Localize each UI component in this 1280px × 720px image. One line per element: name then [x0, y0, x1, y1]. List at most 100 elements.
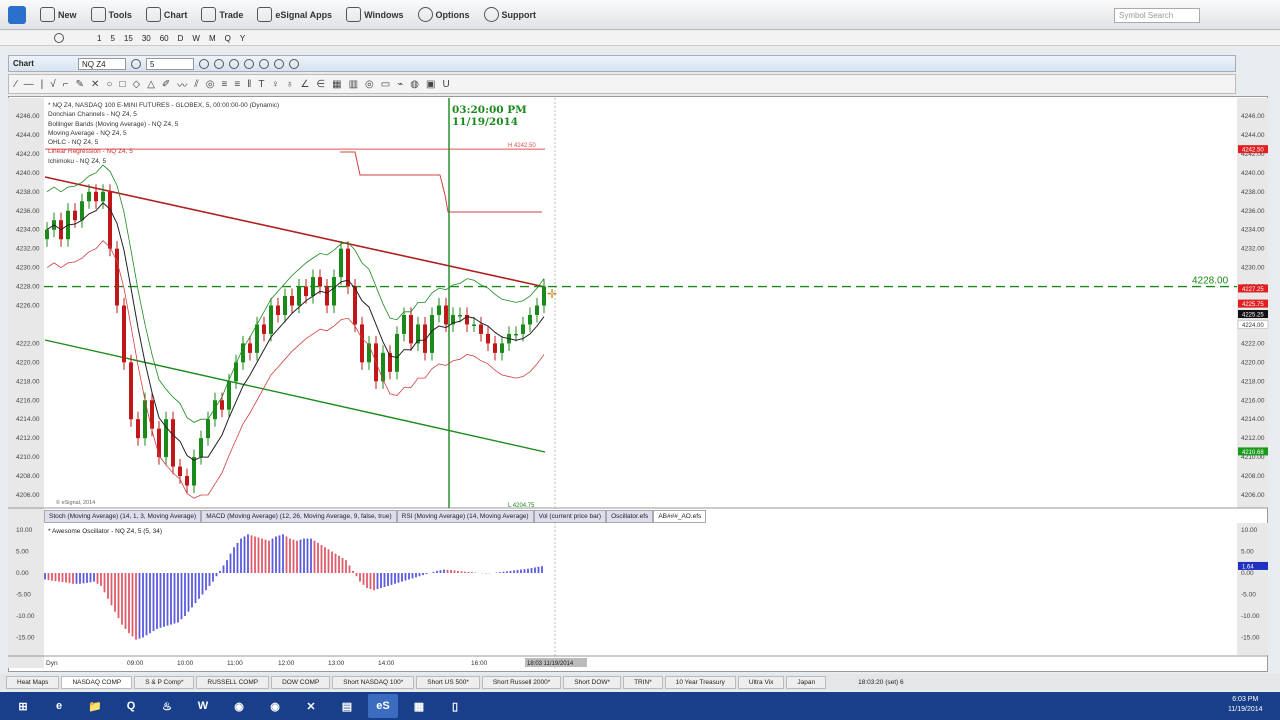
- page-tab[interactable]: Short Russell 2000*: [481, 675, 562, 689]
- price-tick: 4216.00: [1241, 397, 1265, 404]
- price-tick-left: 4236.00: [16, 208, 40, 215]
- page-tab[interactable]: DOW COMP: [271, 675, 331, 689]
- candle: [262, 324, 266, 334]
- candle: [220, 400, 224, 410]
- page-tab[interactable]: TRIN*: [623, 675, 663, 689]
- donchian-low-label: L 4204.75: [508, 503, 535, 509]
- price-tick-left: 4218.00: [16, 378, 40, 385]
- study-tab[interactable]: AB###_AO.efs: [653, 510, 707, 523]
- candle: [80, 201, 84, 221]
- osc-tick-left: 0.00: [16, 570, 29, 577]
- page-tab[interactable]: NASDAQ COMP: [61, 675, 133, 689]
- osc-tick: -15.00: [1241, 635, 1260, 642]
- taskbar-app-icon[interactable]: eS: [368, 694, 398, 718]
- support-trendline[interactable]: [44, 339, 546, 453]
- candle: [171, 419, 175, 467]
- price-tick: 4214.00: [1241, 416, 1265, 423]
- taskbar-app-icon[interactable]: ▤: [332, 694, 362, 718]
- page-tab[interactable]: Short US 500*: [416, 675, 480, 689]
- price-tick: 4222.00: [1241, 340, 1265, 347]
- price-tick: 4232.00: [1241, 246, 1265, 253]
- price-tag-text: 4210.68: [1242, 450, 1264, 456]
- taskbar-app-icon[interactable]: ✕: [296, 694, 326, 718]
- candle: [318, 277, 322, 287]
- price-tick: 4234.00: [1241, 227, 1265, 234]
- candle: [500, 343, 504, 353]
- start-button[interactable]: ⊞: [8, 694, 38, 718]
- study-tab[interactable]: RSI (Moving Average) (14, Moving Average…: [396, 510, 534, 523]
- candle: [108, 191, 112, 249]
- price-tick-left: 4220.00: [16, 359, 40, 366]
- candle: [360, 324, 364, 363]
- taskbar: ⊞ e 📁 Q ♨ W ◉ ◉ ✕ ▤ eS ▦ ▯: [0, 692, 1280, 720]
- time-tick: 10:00: [177, 660, 194, 667]
- page-tab[interactable]: Short NASDAQ 100*: [332, 675, 415, 689]
- taskbar-app-icon[interactable]: ♨: [152, 694, 182, 718]
- taskbar-app-icon[interactable]: Q: [116, 694, 146, 718]
- candle: [255, 324, 259, 353]
- price-tick: 4238.00: [1241, 189, 1265, 196]
- time-axis-start[interactable]: Dyn: [46, 660, 58, 667]
- candle: [185, 476, 189, 486]
- price-tick-left: 4244.00: [16, 132, 40, 139]
- candle: [493, 343, 497, 353]
- donchian-step: [340, 151, 542, 213]
- candle: [458, 314, 462, 317]
- resistance-trendline[interactable]: [44, 176, 546, 288]
- candle: [101, 191, 105, 202]
- horizontal-line-label: 4228.00: [1192, 276, 1229, 287]
- study-tab[interactable]: Stoch (Moving Average) (14, 1, 3, Moving…: [44, 510, 202, 523]
- candle: [472, 324, 476, 326]
- candle: [304, 286, 308, 297]
- candle: [332, 277, 336, 306]
- crosshair-icon: ✛: [547, 287, 557, 301]
- taskbar-app-icon[interactable]: ◉: [224, 694, 254, 718]
- candle: [73, 210, 77, 221]
- price-tag-text: 4227.25: [1242, 287, 1264, 293]
- study-tab[interactable]: MACD (Moving Average) (12, 26, Moving Av…: [201, 510, 397, 523]
- taskbar-app-icon[interactable]: ◉: [260, 694, 290, 718]
- study-tab[interactable]: Oscillator.efs: [606, 510, 654, 523]
- candle: [486, 333, 490, 344]
- osc-tick: -10.00: [1241, 613, 1260, 620]
- osc-tick: 0.00: [1241, 570, 1254, 577]
- candle: [129, 362, 133, 420]
- price-tick: 4230.00: [1241, 265, 1265, 272]
- candle: [311, 277, 315, 297]
- page-tab[interactable]: Short DOW*: [563, 675, 622, 689]
- taskbar-app-icon[interactable]: e: [44, 694, 74, 718]
- clock-time: 6:03 PM: [1232, 696, 1259, 703]
- price-tick-left: 4222.00: [16, 340, 40, 347]
- taskbar-app-icon[interactable]: ▯: [440, 694, 470, 718]
- price-tick: 4218.00: [1241, 378, 1265, 385]
- candle: [409, 314, 413, 344]
- candle: [430, 314, 434, 353]
- price-tick-left: 4214.00: [16, 416, 40, 423]
- price-tick-left: 4210.00: [16, 454, 40, 461]
- page-tab[interactable]: 10 Year Treasury: [664, 675, 736, 689]
- candle: [94, 191, 98, 202]
- osc-tick-left: -15.00: [16, 635, 35, 642]
- price-tick-left: 4228.00: [16, 284, 40, 291]
- candle: [192, 457, 196, 486]
- price-tick: 4236.00: [1241, 208, 1265, 215]
- legend-item: Moving Average - NQ Z4, 5: [48, 129, 127, 137]
- taskbar-app-icon[interactable]: ▦: [404, 694, 434, 718]
- page-tab[interactable]: Ultra Vix: [737, 675, 785, 689]
- taskbar-app-icon[interactable]: W: [188, 694, 218, 718]
- price-tick: 4220.00: [1241, 359, 1265, 366]
- legend-item: Linear Regression - NQ Z4, 5: [48, 148, 133, 156]
- price-tag-text: 4225.75: [1242, 302, 1264, 308]
- page-tab[interactable]: S & P Comp*: [134, 675, 195, 689]
- page-tab[interactable]: Heat Maps: [6, 675, 60, 689]
- price-tag-text: 4242.50: [1242, 148, 1264, 154]
- candle: [199, 438, 203, 458]
- price-tick-left: 4212.00: [16, 435, 40, 442]
- page-tab[interactable]: Japan: [786, 675, 827, 689]
- page-tab[interactable]: RUSSELL COMP: [196, 675, 270, 689]
- study-tab[interactable]: Vol (current price bar): [533, 510, 607, 523]
- taskbar-app-icon[interactable]: 📁: [80, 694, 110, 718]
- time-tick: 16:00: [471, 660, 488, 667]
- legend-item: OHLC - NQ Z4, 5: [48, 139, 99, 147]
- price-tick: 4244.00: [1241, 132, 1265, 139]
